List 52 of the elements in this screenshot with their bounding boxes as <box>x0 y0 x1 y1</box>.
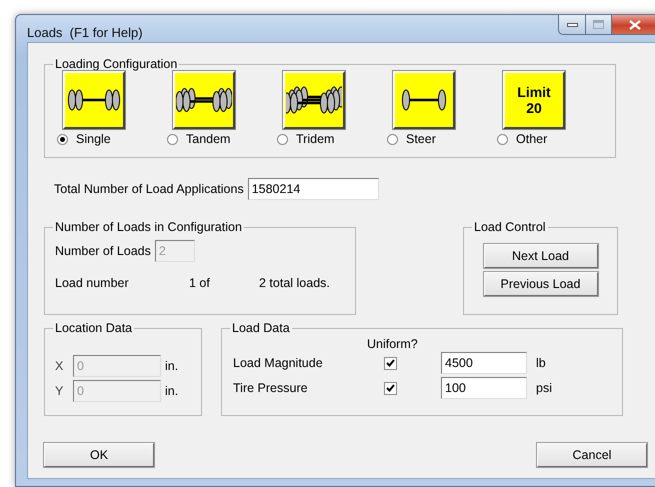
radio-label: Steer <box>406 132 436 146</box>
tile-label: 20 <box>526 100 542 116</box>
unit-label: in. <box>165 384 178 398</box>
field-label: Y <box>55 384 64 398</box>
input-field[interactable]: 1580214 <box>248 178 379 200</box>
configuration-tile[interactable] <box>173 71 235 129</box>
radio-label: Tridem <box>296 132 334 146</box>
unit-label: in. <box>165 359 178 373</box>
field-label: Load number <box>55 276 130 290</box>
dialog-button[interactable]: OK <box>44 443 154 467</box>
radio-label: Tandem <box>186 132 230 146</box>
load-total: 2 total loads. <box>259 276 330 290</box>
group-title: Location Data <box>54 321 134 335</box>
field-label: Tire Pressure <box>233 381 309 395</box>
unit-label: psi <box>536 381 552 395</box>
group-title: Load Control <box>473 220 547 234</box>
minimize-icon <box>566 22 578 26</box>
group-title: Number of Loads in Configuration <box>54 220 243 234</box>
load-button[interactable]: Next Load <box>484 244 598 268</box>
input-field[interactable]: 4500 <box>441 352 527 374</box>
group-title: Loading Configuration <box>54 57 178 71</box>
field-label: Load Magnitude <box>233 356 324 370</box>
field-label: Total Number of Load Applications <box>54 182 244 196</box>
configuration-tile[interactable] <box>393 71 455 129</box>
dialog-button[interactable]: Cancel <box>537 443 647 467</box>
unit-label: lb <box>536 356 546 370</box>
window-title: Loads (F1 for Help) <box>27 25 144 40</box>
radio-button[interactable] <box>167 134 178 144</box>
checkbox[interactable] <box>384 356 397 370</box>
radio-button[interactable] <box>277 134 288 144</box>
tile-label: Limit <box>517 84 551 100</box>
radio-label: Single <box>76 132 111 146</box>
radio-label: Other <box>516 132 548 146</box>
radio-button[interactable] <box>57 134 68 144</box>
load-button[interactable]: Previous Load <box>484 272 598 296</box>
checkbox[interactable] <box>384 382 397 394</box>
configuration-tile[interactable] <box>63 71 125 129</box>
field-label: X <box>55 359 64 373</box>
column-header: Uniform? <box>367 337 418 351</box>
load-position: 1 of <box>189 276 211 290</box>
group-title: Load Data <box>231 321 291 335</box>
configuration-tile[interactable]: Limit 20 <box>503 71 565 129</box>
minimize-button[interactable] <box>558 15 586 35</box>
field-label: Number of Loads <box>55 244 151 258</box>
radio-button[interactable] <box>497 134 508 144</box>
input-field[interactable]: 100 <box>441 377 527 399</box>
configuration-tile[interactable] <box>283 71 345 129</box>
radio-button[interactable] <box>387 134 398 144</box>
close-button[interactable] <box>612 15 655 35</box>
maximize-button[interactable] <box>586 15 612 35</box>
close-icon <box>629 20 641 30</box>
maximize-icon <box>593 20 604 29</box>
